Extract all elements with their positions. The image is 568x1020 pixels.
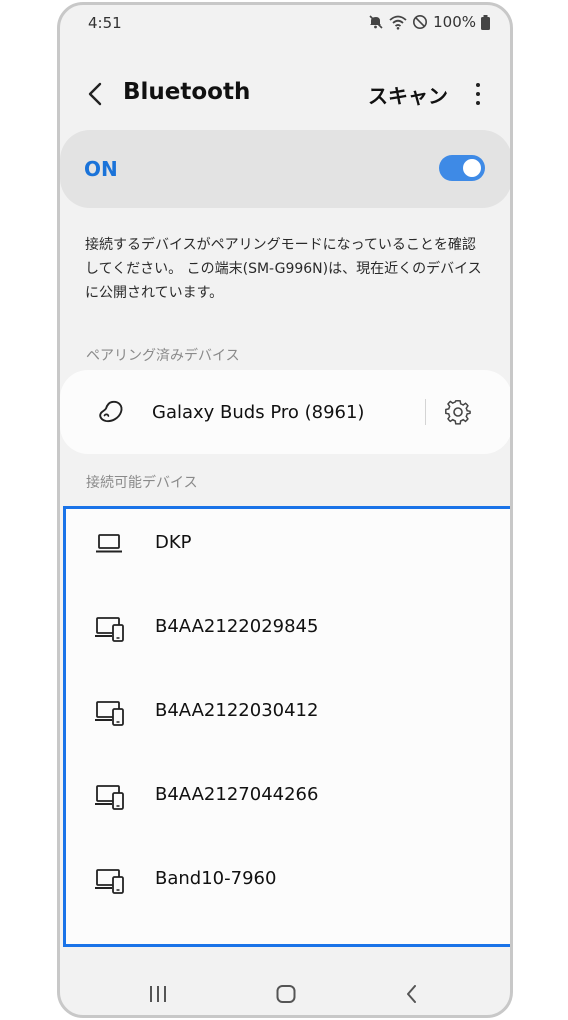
device-name: DKP: [155, 532, 192, 553]
more-options-button[interactable]: [468, 79, 488, 109]
home-icon: [276, 985, 296, 1003]
page-title: Bluetooth: [123, 79, 251, 105]
bluetooth-toggle[interactable]: [439, 155, 485, 181]
battery-level: 100%: [433, 13, 476, 31]
available-device-item[interactable]: B4AA2122029845: [66, 593, 510, 677]
bluetooth-master-switch[interactable]: ON: [60, 130, 510, 208]
devices-icon: [94, 867, 126, 899]
paired-device-name: Galaxy Buds Pro (8961): [152, 402, 365, 423]
paired-device-item[interactable]: Galaxy Buds Pro (8961): [60, 370, 510, 454]
status-bar: 4:51 100%: [60, 5, 510, 41]
available-devices-list: DKP B4AA2122029845 B4AA2122030412 B4AA21…: [63, 506, 510, 947]
navigation-bar: [60, 951, 510, 1015]
visibility-info-text: 接続するデバイスがペアリングモードになっていることを確認してください。 この端末…: [85, 237, 482, 301]
mute-icon: [368, 14, 384, 30]
home-button[interactable]: [276, 985, 296, 1007]
phone-frame: 4:51 100% Bluetooth スキャン ON 接続するデバイスがペアリ…: [57, 2, 513, 1018]
devices-icon: [94, 783, 126, 815]
back-button[interactable]: [82, 79, 108, 109]
divider: [425, 399, 426, 425]
recents-button[interactable]: [148, 985, 168, 1007]
gear-icon: [445, 399, 471, 425]
battery-icon: [481, 14, 490, 30]
available-device-item[interactable]: B4AA2127044266: [66, 761, 510, 845]
devices-icon: [94, 699, 126, 731]
available-devices-header: 接続可能デバイス: [86, 475, 198, 491]
app-bar: Bluetooth スキャン: [60, 67, 510, 123]
do-not-disturb-icon: [412, 14, 428, 30]
laptop-icon: [94, 531, 124, 561]
device-name: B4AA2122029845: [155, 616, 319, 637]
toggle-knob: [461, 157, 483, 179]
device-name: B4AA2122030412: [155, 700, 319, 721]
recents-icon: [150, 986, 166, 1002]
device-name: Band10-7960: [155, 868, 277, 889]
available-device-item[interactable]: Band10-7960: [66, 845, 510, 929]
wifi-icon: [389, 14, 407, 30]
available-device-item[interactable]: DKP: [66, 509, 510, 593]
earbud-icon: [96, 399, 126, 429]
chevron-left-icon: [88, 82, 102, 106]
status-time: 4:51: [88, 14, 122, 32]
device-settings-button[interactable]: [444, 398, 472, 430]
device-name: B4AA2127044266: [155, 784, 319, 805]
dot: [476, 101, 480, 105]
scan-button[interactable]: スキャン: [368, 80, 448, 109]
nav-back-button[interactable]: [404, 985, 420, 1007]
paired-devices-header: ペアリング済みデバイス: [86, 348, 240, 364]
status-icons: 100%: [368, 13, 490, 31]
switch-label: ON: [84, 157, 118, 181]
available-device-item[interactable]: B4AA2122030412: [66, 677, 510, 761]
back-icon: [407, 985, 416, 1003]
dot: [476, 92, 480, 96]
devices-icon: [94, 615, 126, 647]
dot: [476, 83, 480, 87]
